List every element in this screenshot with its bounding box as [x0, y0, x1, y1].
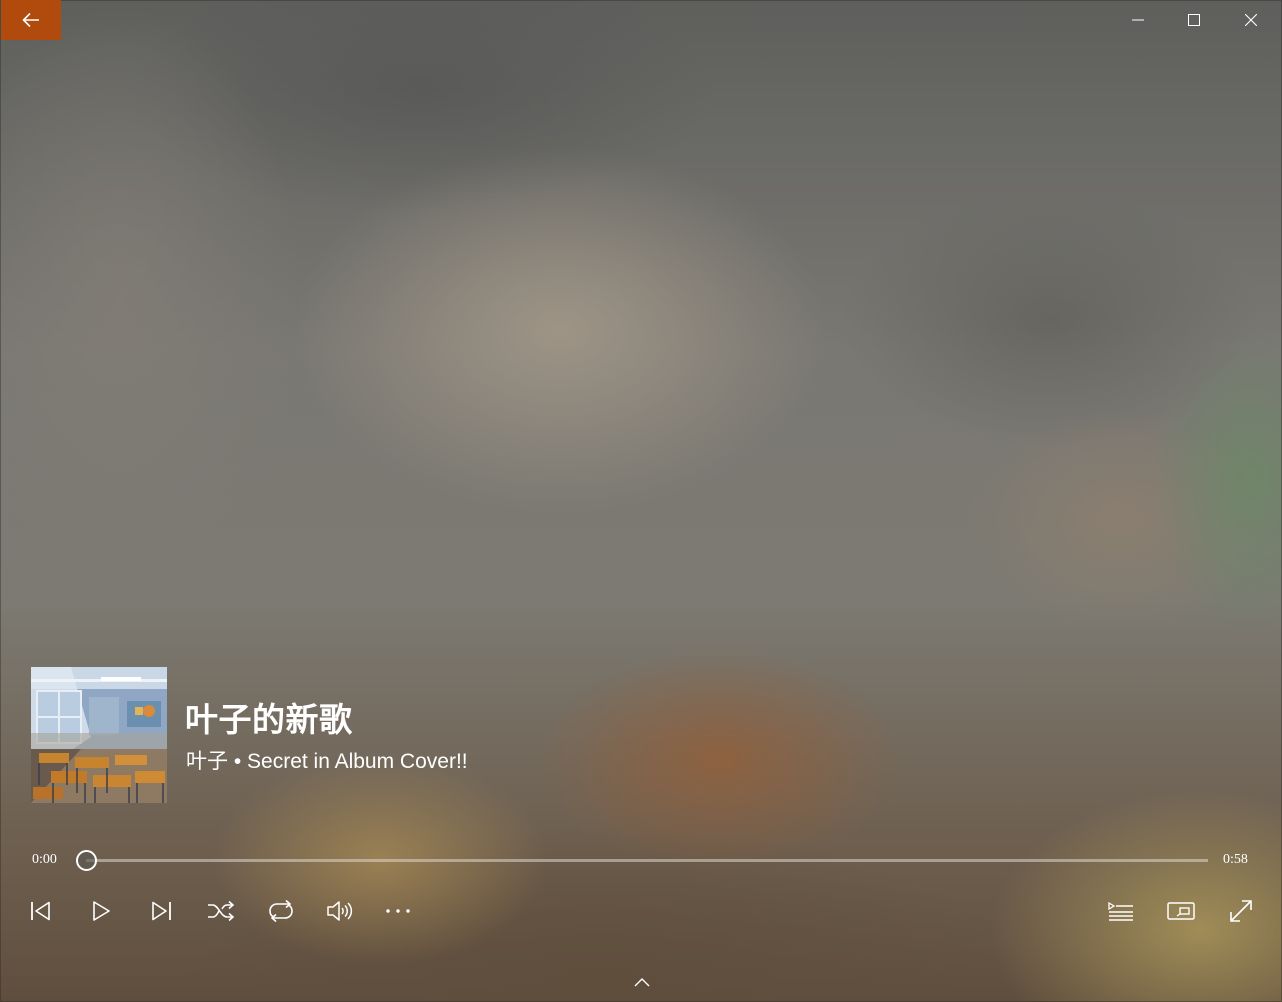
seek-thumb[interactable]	[76, 850, 97, 871]
maximize-button[interactable]	[1166, 0, 1222, 40]
full-screen-button[interactable]	[1221, 891, 1261, 931]
expand-button[interactable]	[622, 968, 662, 996]
album-art	[31, 667, 167, 803]
arrow-left-icon	[22, 12, 39, 28]
repeat-icon	[269, 899, 293, 923]
next-icon	[152, 901, 171, 921]
more-options-button[interactable]	[378, 891, 418, 931]
song-title: 叶子的新歌	[185, 700, 353, 739]
now-playing-list-icon	[1108, 901, 1133, 921]
shuffle-icon	[208, 901, 235, 921]
close-icon	[1245, 14, 1257, 26]
chevron-up-icon	[634, 978, 650, 987]
full-screen-icon	[1230, 900, 1252, 922]
repeat-button[interactable]	[261, 891, 301, 931]
current-time: 0:00	[32, 852, 57, 867]
volume-button[interactable]	[320, 891, 360, 931]
next-button[interactable]	[141, 891, 181, 931]
minimize-icon	[1132, 19, 1144, 21]
previous-icon	[31, 901, 50, 921]
play-icon	[93, 901, 110, 921]
blurred-background	[0, 0, 1282, 1002]
maximize-icon	[1188, 14, 1200, 26]
more-icon	[386, 909, 410, 913]
now-playing-list-button[interactable]	[1101, 891, 1141, 931]
mini-view-icon	[1167, 902, 1195, 920]
total-time: 0:58	[1223, 852, 1248, 867]
shuffle-button[interactable]	[201, 891, 241, 931]
seek-bar[interactable]	[76, 850, 1208, 871]
volume-icon	[327, 901, 353, 921]
close-button[interactable]	[1223, 0, 1279, 40]
play-button[interactable]	[81, 891, 121, 931]
mini-view-button[interactable]	[1161, 891, 1201, 931]
minimize-button[interactable]	[1110, 0, 1166, 40]
back-button[interactable]	[1, 0, 61, 40]
song-artist-album[interactable]: 叶子 • Secret in Album Cover!!	[186, 745, 468, 775]
previous-button[interactable]	[21, 891, 61, 931]
